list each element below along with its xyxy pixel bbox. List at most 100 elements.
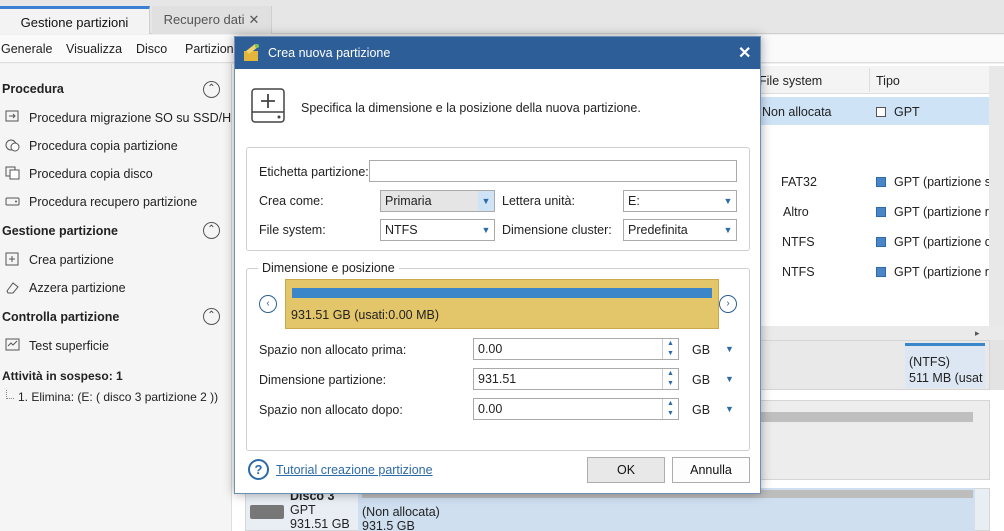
file-system-select[interactable]: NTFS ▼ [380, 219, 495, 241]
select-value: Primaria [385, 194, 432, 208]
after-input[interactable]: 0.00 ▲ ▼ [473, 398, 679, 420]
col-file-system[interactable]: File system [759, 74, 822, 88]
sidebar-item-label: Procedura recupero partizione [29, 195, 198, 209]
cell-fs: Non allocata [762, 105, 832, 119]
tutorial-link[interactable]: Tutorial creazione partizione [276, 463, 433, 477]
sidebar-item-label: Azzera partizione [29, 281, 126, 295]
ok-button[interactable]: OK [587, 457, 665, 483]
tab-gestione-partizioni[interactable]: Gestione partizioni [0, 6, 150, 34]
select-value: E: [628, 194, 640, 208]
partition-fs: (NTFS) [909, 355, 950, 369]
create-as-select[interactable]: Primaria ▼ [380, 190, 495, 212]
partition-label: (Non allocata) [362, 505, 440, 519]
label-size: Dimensione partizione: [259, 373, 387, 387]
scroll-left-icon[interactable]: ‹ [259, 295, 277, 313]
partition-size-bar-fill [292, 288, 712, 298]
section-procedura: Procedura [2, 82, 64, 96]
dialog-titlebar[interactable]: Crea nuova partizione ✕ [235, 37, 760, 69]
cluster-size-select[interactable]: Predefinita ▼ [623, 219, 737, 241]
sidebar-item-surface-test[interactable]: Test superficie [5, 338, 109, 353]
menu-generale[interactable]: Generale [1, 42, 52, 56]
chevron-down-icon: ▼ [723, 225, 733, 235]
close-icon[interactable]: ✕ [738, 43, 751, 63]
disk-style: GPT [290, 503, 316, 517]
unit-dropdown-icon[interactable]: ▼ [725, 374, 734, 384]
select-value: Predefinita [628, 223, 688, 237]
input-value: 0.00 [478, 402, 503, 416]
partition-color-icon [876, 207, 886, 217]
menu-disco[interactable]: Disco [136, 42, 167, 56]
copy-disk-icon [5, 166, 21, 180]
table-row[interactable]: GPT (partizione d [876, 235, 992, 249]
label-before: Spazio non allocato prima: [259, 343, 407, 357]
pending-title: Attività in sospeso: 1 [2, 369, 123, 383]
partition-label-input[interactable] [369, 160, 737, 182]
sidebar-item-migrate-os[interactable]: Procedura migrazione SO su SSD/HD [5, 110, 240, 125]
spinner-icon[interactable]: ▲ ▼ [662, 369, 678, 389]
cell-fs: NTFS [782, 265, 815, 279]
partition-size: 511 MB (usat [909, 371, 983, 385]
sidebar-item-recover-partition[interactable]: Procedura recupero partizione [5, 194, 197, 209]
tab-bar [0, 0, 1004, 34]
label-file-system: File system: [259, 223, 326, 237]
chevron-down-icon: ▼ [723, 196, 733, 206]
input-value: 931.51 [478, 372, 517, 386]
tab-label: Recupero dati [163, 12, 245, 27]
table-row[interactable]: GPT (partizione re [876, 265, 996, 279]
col-tipo[interactable]: Tipo [876, 74, 900, 88]
col-divider [869, 68, 870, 92]
scroll-right-icon[interactable]: › [719, 295, 737, 313]
partition-color-icon [876, 177, 886, 187]
partition-size: 931.5 GB [362, 519, 415, 531]
wizard-icon [242, 43, 262, 63]
sidebar-item-copy-disk[interactable]: Procedura copia disco [5, 166, 153, 181]
unit-dropdown-icon[interactable]: ▼ [725, 344, 734, 354]
spinner-icon[interactable]: ▲ ▼ [662, 339, 678, 359]
pending-item[interactable]: 1. Elimina: (E: ( disco 3 partizione 2 )… [18, 390, 218, 404]
cancel-button[interactable]: Annulla [672, 457, 750, 483]
partition-size-bar[interactable]: 931.51 GB (usati:0.00 MB) [285, 279, 719, 329]
sidebar-item-label: Test superficie [29, 339, 109, 353]
label-lettera-unita: Lettera unità: [502, 194, 575, 208]
tab-recupero-dati[interactable]: Recupero dati ✕ [152, 6, 272, 34]
help-icon[interactable]: ? [248, 459, 269, 480]
close-icon[interactable]: ✕ [249, 12, 260, 27]
drive-letter-select[interactable]: E: ▼ [623, 190, 737, 212]
menu-visualizza[interactable]: Visualizza [66, 42, 122, 56]
unit-dropdown-icon[interactable]: ▼ [725, 404, 734, 414]
copy-partition-icon [5, 138, 21, 152]
size-input[interactable]: 931.51 ▲ ▼ [473, 368, 679, 390]
spinner-icon[interactable]: ▲ ▼ [662, 399, 678, 419]
horizontal-scrollbar[interactable] [755, 326, 1004, 341]
cell-fs: NTFS [782, 235, 815, 249]
sidebar-item-label: Procedura copia partizione [29, 139, 178, 153]
partition-size-text: 931.51 GB (usati:0.00 MB) [291, 308, 439, 322]
table-row[interactable]: GPT (partizione ri [876, 205, 992, 219]
collapse-icon[interactable]: ⌃ [203, 222, 220, 239]
tab-label: Gestione partizioni [20, 15, 129, 30]
collapse-icon[interactable]: ⌃ [203, 81, 220, 98]
sidebar-item-copy-partition[interactable]: Procedura copia partizione [5, 138, 178, 153]
disk-size: 931.51 GB [290, 517, 350, 531]
select-value: NTFS [385, 223, 418, 237]
collapse-icon[interactable]: ⌃ [203, 308, 220, 325]
before-input[interactable]: 0.00 ▲ ▼ [473, 338, 679, 360]
table-row[interactable]: GPT (partizione si [876, 175, 994, 189]
create-partition-icon [5, 252, 21, 266]
create-partition-icon [251, 88, 285, 124]
tree-connector [6, 390, 14, 399]
sidebar-item-create-partition[interactable]: Crea partizione [5, 252, 114, 267]
sidebar-item-wipe-partition[interactable]: Azzera partizione [5, 280, 126, 295]
surface-test-icon [5, 338, 21, 352]
chevron-down-icon: ▼ [478, 191, 494, 211]
partition-bar [760, 412, 973, 422]
label-crea-come: Crea come: [259, 194, 324, 208]
label-cluster: Dimensione cluster: [502, 223, 612, 237]
scroll-right-icon[interactable]: ▸ [975, 328, 980, 339]
disk-recover-icon [5, 194, 21, 208]
menu-partizione[interactable]: Partizione [185, 42, 241, 56]
unit-label: GB [692, 403, 711, 417]
partition-color-icon [876, 267, 886, 277]
hard-disk-icon [250, 505, 284, 519]
vertical-scrollbar[interactable] [989, 66, 1004, 331]
